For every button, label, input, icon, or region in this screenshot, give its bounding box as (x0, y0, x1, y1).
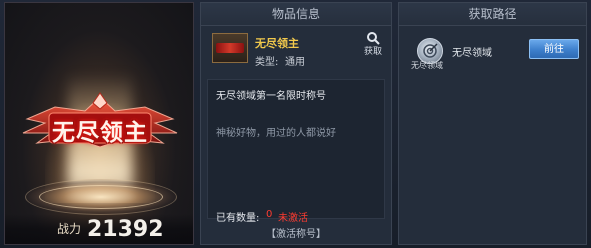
item-type-value: 通用 (285, 57, 305, 68)
source-name: 无尽领域 (452, 48, 492, 59)
activate-title-button[interactable]: 【激活称号】 (201, 225, 391, 240)
power-label: 战力 (57, 222, 82, 236)
acquire-button[interactable]: 获取 (361, 31, 385, 57)
item-info-screen: 无尽领主 战力 21392 物品信息 无尽领主 类型: 通用 获取 无尽领域第一… (0, 0, 591, 248)
item-info-panel: 物品信息 无尽领主 类型: 通用 获取 无尽领域第一名限时称号 神秘好物，用过的… (200, 2, 392, 245)
item-flavor-text: 神秘好物，用过的人都说好 (216, 128, 336, 139)
power-value: 21392 (87, 217, 164, 242)
goto-button[interactable]: 前往 (529, 39, 579, 59)
item-info-header: 物品信息 (201, 3, 391, 26)
acquisition-path-header: 获取路径 (399, 3, 586, 26)
acquire-label: 获取 (363, 47, 382, 57)
acquisition-path-panel: 获取路径 无尽领域 无尽领域 前往 (398, 2, 587, 245)
platform-ring (39, 185, 163, 209)
item-description-box: 无尽领域第一名限时称号 神秘好物，用过的人都说好 已有数量: 0 未激活 (207, 79, 385, 224)
source-row: 无尽领域 无尽领域 前往 (407, 33, 579, 73)
search-icon (367, 32, 380, 45)
title-emblem-text: 无尽领主 (52, 120, 148, 146)
quantity-label: 已有数量: (216, 213, 260, 224)
title-showcase: 无尽领主 战力 21392 (4, 2, 194, 245)
item-thumbnail-badge (216, 43, 244, 53)
target-crosshair-icon (423, 43, 438, 58)
item-name: 无尽领主 (255, 37, 299, 50)
quantity-value: 0 (266, 209, 273, 220)
item-type-label: 类型: (255, 57, 279, 68)
source-icon-label: 无尽领域 (411, 61, 443, 70)
activation-status: 未激活 (278, 213, 308, 224)
item-thumbnail[interactable] (212, 33, 248, 63)
item-description-title: 无尽领域第一名限时称号 (216, 91, 326, 102)
